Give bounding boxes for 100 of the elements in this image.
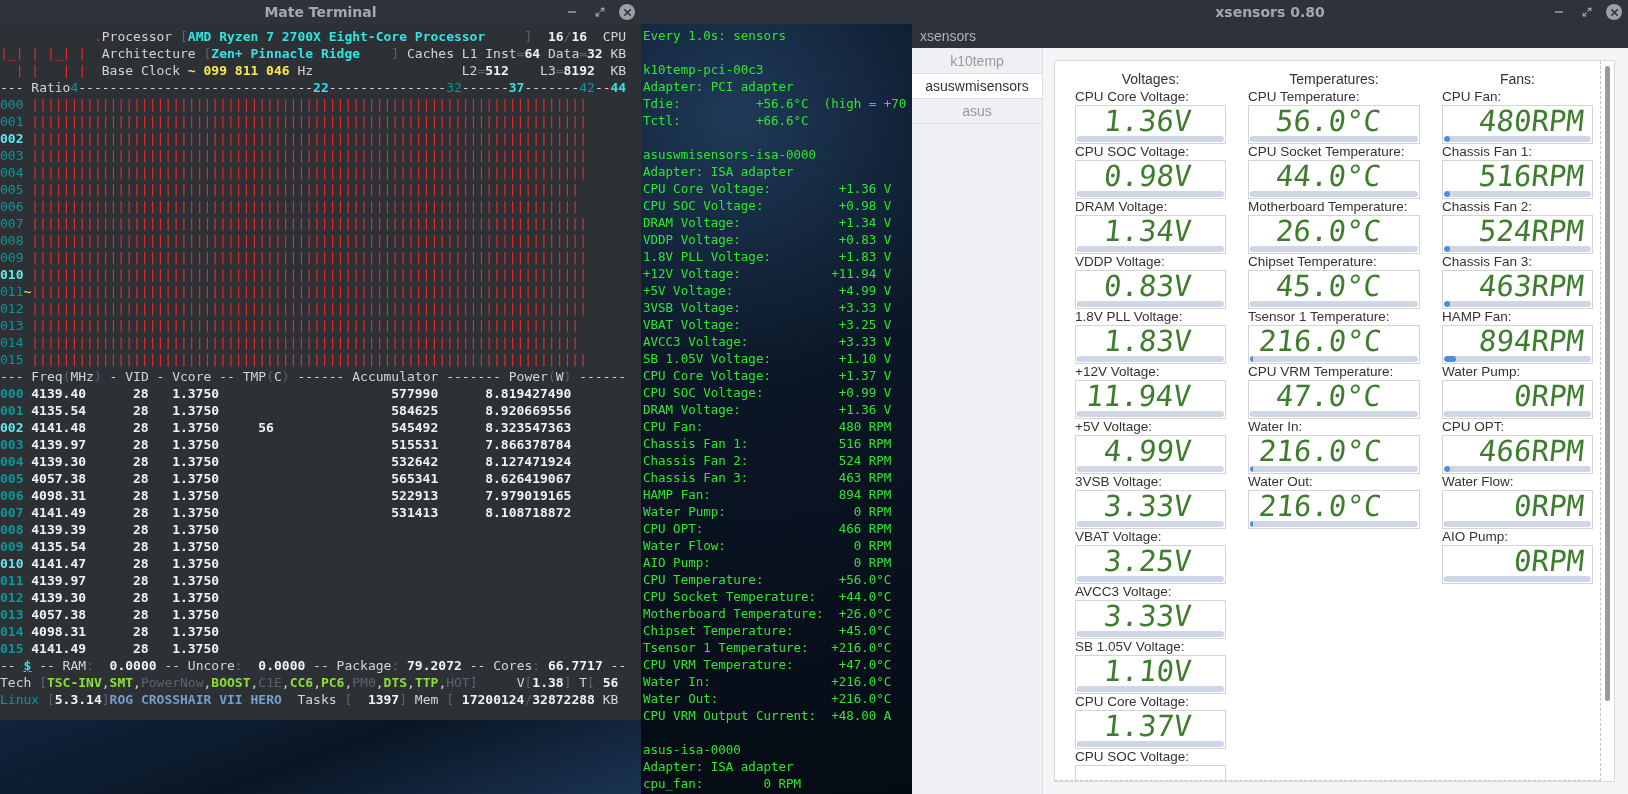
terminal-line: Every 1.0s: sensors bbox=[643, 27, 786, 44]
terminal-line: Water In: +216.0°C bbox=[643, 673, 892, 690]
sensor-label: Chipset Temperature: bbox=[1248, 254, 1377, 269]
table-cell: 4139.30 bbox=[31, 589, 87, 606]
table-cell-text: 28 bbox=[132, 606, 149, 623]
tab[interactable]: asuswmisensors bbox=[912, 74, 1042, 99]
terminal-line: DRAM Voltage: +1.36 V bbox=[643, 401, 892, 418]
terminal-line: Chassis Fan 2: 524 RPM bbox=[643, 452, 892, 469]
row-number: 002 bbox=[0, 130, 24, 147]
lcd-value: 894RPM bbox=[1477, 326, 1586, 356]
terminal-line: Tctl: +66.6°C bbox=[643, 112, 809, 129]
maximize-icon bbox=[595, 7, 605, 17]
sensor-label: Water Out: bbox=[1248, 474, 1313, 489]
row-number: 006 bbox=[0, 487, 24, 504]
table-cell: 4098.31 bbox=[31, 487, 87, 504]
table-cell-text: 28 bbox=[132, 555, 149, 572]
scrollbar[interactable] bbox=[1605, 66, 1610, 701]
table-cell: 4139.39 bbox=[31, 521, 87, 538]
table-cell-text: 1.3750 bbox=[171, 504, 220, 521]
row-number: 011 bbox=[0, 283, 24, 300]
sensor-label: 1.8V PLL Voltage: bbox=[1075, 309, 1183, 324]
table-cell: 4141.48 bbox=[31, 419, 87, 436]
sensor-label: DRAM Voltage: bbox=[1075, 199, 1168, 214]
window-title: Mate Terminal bbox=[264, 2, 377, 22]
terminal-line: --- Ratio4------------------------------22---------------32------37-------42--44 bbox=[0, 79, 628, 96]
lcd-value: 44.0°C bbox=[1274, 161, 1383, 191]
sensor-label: SB 1.05V Voltage: bbox=[1075, 639, 1185, 654]
column-heading: Voltages: bbox=[1120, 70, 1181, 89]
terminal-line: -- $ -- RAM: 0.0000 -- Uncore: 0.0000 -- Package: 79.2072 -- Cores: 66.7717 -- bbox=[0, 657, 628, 674]
table-cell-text: 56 bbox=[257, 419, 274, 436]
terminal-line: CPU Core Voltage: +1.36 V bbox=[643, 180, 892, 197]
row-number: 003 bbox=[0, 436, 24, 453]
terminal-line: cpu_fan: 0 RPM bbox=[643, 775, 802, 792]
close-button[interactable] bbox=[1606, 4, 1622, 20]
row-number: 012 bbox=[0, 300, 24, 317]
table-cell-text: 565341 bbox=[390, 470, 439, 487]
terminal-line: asus-isa-0000 bbox=[643, 741, 741, 758]
row-number: 007 bbox=[0, 215, 24, 232]
table-cell-text: 1.3750 bbox=[171, 538, 220, 555]
row-number: 013 bbox=[0, 606, 24, 623]
terminal-line: CPU Socket Temperature: +44.0°C bbox=[643, 588, 892, 605]
terminal-line: Tdie: +56.6°C (high = +70 bbox=[643, 95, 907, 112]
lcd-value: 0RPM bbox=[1512, 491, 1586, 521]
table-cell-text: 8.920669556 bbox=[484, 402, 572, 419]
row-number: 003 bbox=[0, 147, 24, 164]
terminal-line: k10temp-pci-00c3 bbox=[643, 61, 764, 78]
table-cell-text: 28 bbox=[132, 453, 149, 470]
maximize-icon bbox=[1582, 7, 1592, 17]
terminal-line: Chassis Fan 3: 463 RPM bbox=[643, 469, 892, 486]
lcd-value: 216.0°C bbox=[1257, 491, 1383, 521]
table-cell: 4098.31 bbox=[31, 623, 87, 640]
close-button[interactable] bbox=[619, 4, 635, 20]
terminal-line: +5V Voltage: +4.99 V bbox=[643, 282, 892, 299]
terminal-line: Adapter: ISA adapter bbox=[643, 163, 794, 180]
terminal-line: 1.8V PLL Voltage: +1.83 V bbox=[643, 248, 892, 265]
sensor-label: HAMP Fan: bbox=[1442, 309, 1512, 324]
sensor-label: Water Pump: bbox=[1442, 364, 1521, 379]
row-number: 015 bbox=[0, 351, 24, 368]
lcd-value: 26.0°C bbox=[1274, 216, 1383, 246]
row-number: 005 bbox=[0, 181, 24, 198]
lcd-value: 1.34V bbox=[1102, 216, 1193, 246]
lcd-value: 11.94V bbox=[1084, 381, 1193, 411]
terminal-line: +12V Voltage: +11.94 V bbox=[643, 265, 892, 282]
table-cell-text: 28 bbox=[132, 538, 149, 555]
sensor-label: Chassis Fan 1: bbox=[1442, 144, 1533, 159]
table-cell-text: 584625 bbox=[390, 402, 439, 419]
lcd-value: 516RPM bbox=[1477, 161, 1586, 191]
table-cell-text: 577990 bbox=[390, 385, 439, 402]
lcd-value: 1.10V bbox=[1102, 656, 1193, 686]
table-cell-text: 1.3750 bbox=[171, 453, 220, 470]
sensor-label: Tsensor 1 Temperature: bbox=[1248, 309, 1390, 324]
terminal-line: asuswmisensors-isa-0000 bbox=[643, 146, 817, 163]
row-number: 008 bbox=[0, 521, 24, 538]
terminal-line: DRAM Voltage: +1.34 V bbox=[643, 214, 892, 231]
terminal-line: Chassis Fan 1: 516 RPM bbox=[643, 435, 892, 452]
menu-item[interactable]: xsensors bbox=[920, 25, 977, 47]
terminal-line: VBAT Voltage: +3.25 V bbox=[643, 316, 892, 333]
table-cell-text: 8.108718872 bbox=[484, 504, 572, 521]
lcd-value: 56.0°C bbox=[1274, 106, 1383, 136]
terminal-line: CPU Core Voltage: +1.37 V bbox=[643, 367, 892, 384]
lcd-value: 0RPM bbox=[1512, 381, 1586, 411]
terminal-line: CPU SOC Voltage: +0.99 V bbox=[643, 384, 892, 401]
table-cell-text: 522913 bbox=[390, 487, 439, 504]
lcd-value: 216.0°C bbox=[1257, 326, 1383, 356]
sensor-label: AIO Pump: bbox=[1442, 529, 1509, 544]
table-cell: 4141.47 bbox=[31, 555, 87, 572]
row-number: 004 bbox=[0, 164, 24, 181]
terminal-line: --- Freq(MHz) - VID - Vcore -- TMP(C) ------ Accumulator ------- Power(W) ------ bbox=[0, 368, 628, 385]
table-cell-text: 8.626419067 bbox=[484, 470, 572, 487]
terminal-line: VDDP Voltage: +0.83 V bbox=[643, 231, 892, 248]
terminal-line: AIO Pump: 0 RPM bbox=[643, 554, 892, 571]
row-number: 006 bbox=[0, 198, 24, 215]
row-number: 005 bbox=[0, 470, 24, 487]
ratio-pipes: |||||||||||||||||||||||||||||||||||||||||||||||||||||||||||||||||||||| bbox=[31, 198, 580, 215]
terminal-line: | | | | Base Clock ~ 099 811 046 Hz L2=512 L3=8192 KB bbox=[14, 62, 628, 79]
lcd-value: 1.36V bbox=[1102, 106, 1193, 136]
lcd-value: 47.0°C bbox=[1274, 381, 1383, 411]
table-cell-text: 515531 bbox=[390, 436, 439, 453]
table-cell: 4057.38 bbox=[31, 606, 87, 623]
row-number: 009 bbox=[0, 538, 24, 555]
